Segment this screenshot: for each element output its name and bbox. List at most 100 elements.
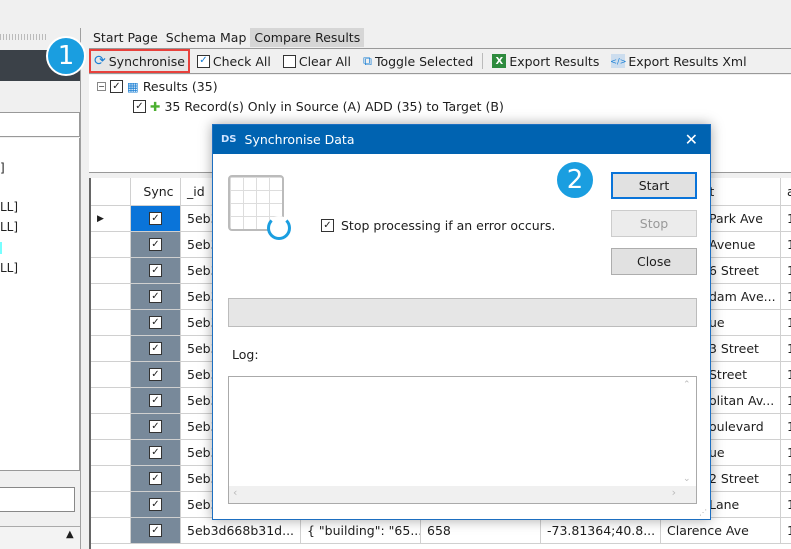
sync-checkbox-cell[interactable]: ✓	[131, 414, 181, 440]
sync-checkbox-cell[interactable]: ✓	[131, 284, 181, 310]
checkbox-checked-icon[interactable]: ✓	[110, 80, 123, 93]
log-label: Log:	[232, 347, 259, 362]
collapse-icon[interactable]: −	[97, 82, 106, 91]
close-icon[interactable]: ✕	[685, 130, 698, 149]
scroll-left-icon[interactable]: ‹	[233, 486, 237, 499]
scroll-down-icon[interactable]: ⌄	[683, 474, 691, 484]
row-header[interactable]	[91, 492, 131, 518]
row-header[interactable]	[91, 310, 131, 336]
log-vscrollbar[interactable]: ⌃ ⌄	[679, 377, 696, 487]
row-header[interactable]	[91, 518, 131, 544]
tab-start-page[interactable]: Start Page	[89, 28, 162, 47]
toggle-selected-button[interactable]: ⧉ Toggle Selected	[360, 51, 476, 71]
close-button[interactable]: Close	[611, 248, 697, 275]
scroll-up-icon[interactable]: ⌃	[683, 380, 691, 390]
synchronise-button[interactable]: ⟳ Synchronise	[89, 49, 190, 73]
checkbox-checked-icon[interactable]: ✓	[149, 238, 162, 251]
panel-input[interactable]	[0, 487, 75, 512]
grid-cell[interactable]: 1	[781, 518, 791, 544]
sync-checkbox-cell[interactable]: ✓	[131, 518, 181, 544]
grid-cell[interactable]: 1	[781, 284, 791, 310]
column-header[interactable]	[91, 178, 131, 206]
grid-cell[interactable]: 1	[781, 414, 791, 440]
checkbox-checked-icon[interactable]: ✓	[149, 264, 162, 277]
checkbox-checked-icon[interactable]: ✓	[321, 219, 334, 232]
log-textarea[interactable]: ⌃ ⌄ ‹ ›	[228, 376, 697, 504]
start-button[interactable]: Start	[611, 172, 697, 199]
grid-cell[interactable]: { "building": "65...	[301, 518, 421, 544]
column-header[interactable]: a	[781, 178, 791, 206]
checkbox-checked-icon[interactable]: ✓	[149, 472, 162, 485]
grid-cell[interactable]: 5eb3d668b31d...	[181, 518, 301, 544]
sync-checkbox-cell[interactable]: ✓	[131, 336, 181, 362]
grid-cell[interactable]: 1	[781, 388, 791, 414]
checkbox-checked-icon[interactable]: ✓	[149, 212, 162, 225]
sync-checkbox-cell[interactable]: ✓	[131, 232, 181, 258]
tab-compare-results[interactable]: Compare Results	[250, 28, 365, 47]
app-logo-icon: DS	[221, 134, 237, 145]
progress-bar	[228, 298, 697, 327]
stop-on-error-checkbox[interactable]: ✓ Stop processing if an error occurs.	[321, 218, 555, 233]
sync-checkbox-cell[interactable]: ✓	[131, 440, 181, 466]
check-all-button[interactable]: ✓ Check All	[194, 52, 274, 71]
row-header[interactable]	[91, 466, 131, 492]
list-item: LL]	[0, 220, 19, 234]
row-header[interactable]	[91, 336, 131, 362]
current-row-icon: ▶	[97, 213, 104, 224]
sync-checkbox-cell[interactable]: ✓	[131, 388, 181, 414]
grid-cell[interactable]: 1	[781, 232, 791, 258]
tree-node-only-in-source[interactable]: ✓ ✚ 35 Record(s) Only in Source (A) ADD (3…	[133, 99, 504, 114]
export-results-button[interactable]: X Export Results	[489, 52, 602, 71]
checkbox-checked-icon[interactable]: ✓	[149, 446, 162, 459]
clear-all-button[interactable]: Clear All	[280, 52, 354, 71]
grid-cell[interactable]: Clarence Ave	[661, 518, 781, 544]
row-header[interactable]	[91, 258, 131, 284]
checkbox-checked-icon[interactable]: ✓	[149, 524, 162, 537]
grid-cell[interactable]: 1	[781, 336, 791, 362]
sync-checkbox-cell[interactable]: ✓	[131, 492, 181, 518]
checkbox-checked-icon[interactable]: ✓	[149, 368, 162, 381]
row-header[interactable]	[91, 414, 131, 440]
checkbox-checked-icon[interactable]: ✓	[149, 342, 162, 355]
grid-cell[interactable]: 1	[781, 362, 791, 388]
sync-checkbox-cell[interactable]: ✓	[131, 206, 181, 232]
checkbox-checked-icon[interactable]: ✓	[149, 316, 162, 329]
row-header[interactable]: ▶	[91, 206, 131, 232]
grid-cell[interactable]: 1	[781, 310, 791, 336]
sync-checkbox-cell[interactable]: ✓	[131, 258, 181, 284]
grid-cell[interactable]: 1	[781, 440, 791, 466]
export-results-xml-button[interactable]: </> Export Results Xml	[608, 52, 749, 71]
grid-cell[interactable]: 658	[421, 518, 541, 544]
checkbox-checked-icon[interactable]: ✓	[133, 100, 146, 113]
log-hscrollbar[interactable]: ‹ ›	[229, 486, 696, 503]
row-header[interactable]	[91, 440, 131, 466]
checkbox-checked-icon[interactable]: ✓	[149, 290, 162, 303]
checkbox-empty-icon	[282, 54, 296, 68]
grid-cell[interactable]: 1	[781, 492, 791, 518]
grid-cell[interactable]: -73.81364;40.8...	[541, 518, 661, 544]
row-header[interactable]	[91, 388, 131, 414]
scroll-up-icon[interactable]: ▲	[66, 529, 74, 540]
row-header[interactable]	[91, 232, 131, 258]
scroll-right-icon[interactable]: ›	[672, 486, 676, 499]
checkbox-checked-icon[interactable]: ✓	[149, 498, 162, 511]
panel-list	[0, 138, 80, 471]
resize-grip-icon[interactable]: ⋰	[699, 508, 707, 517]
sync-checkbox-cell[interactable]: ✓	[131, 362, 181, 388]
panel-grip[interactable]	[0, 34, 46, 40]
sync-checkbox-cell[interactable]: ✓	[131, 466, 181, 492]
checkbox-checked-icon[interactable]: ✓	[149, 420, 162, 433]
row-header[interactable]	[91, 362, 131, 388]
tree-node-results[interactable]: − ✓ ▦ Results (35)	[97, 79, 218, 94]
panel-scrollbar[interactable]: ▲	[0, 526, 80, 549]
sync-checkbox-cell[interactable]: ✓	[131, 310, 181, 336]
checkbox-checked-icon[interactable]: ✓	[149, 394, 162, 407]
grid-cell[interactable]: 1	[781, 466, 791, 492]
row-header[interactable]	[91, 284, 131, 310]
column-header[interactable]: Sync	[131, 178, 181, 206]
grid-cell[interactable]: 1	[781, 206, 791, 232]
grid-cell[interactable]: 1	[781, 258, 791, 284]
stop-button[interactable]: Stop	[611, 210, 697, 237]
panel-field[interactable]	[0, 112, 80, 137]
tab-schema-map[interactable]: Schema Map	[162, 28, 251, 47]
